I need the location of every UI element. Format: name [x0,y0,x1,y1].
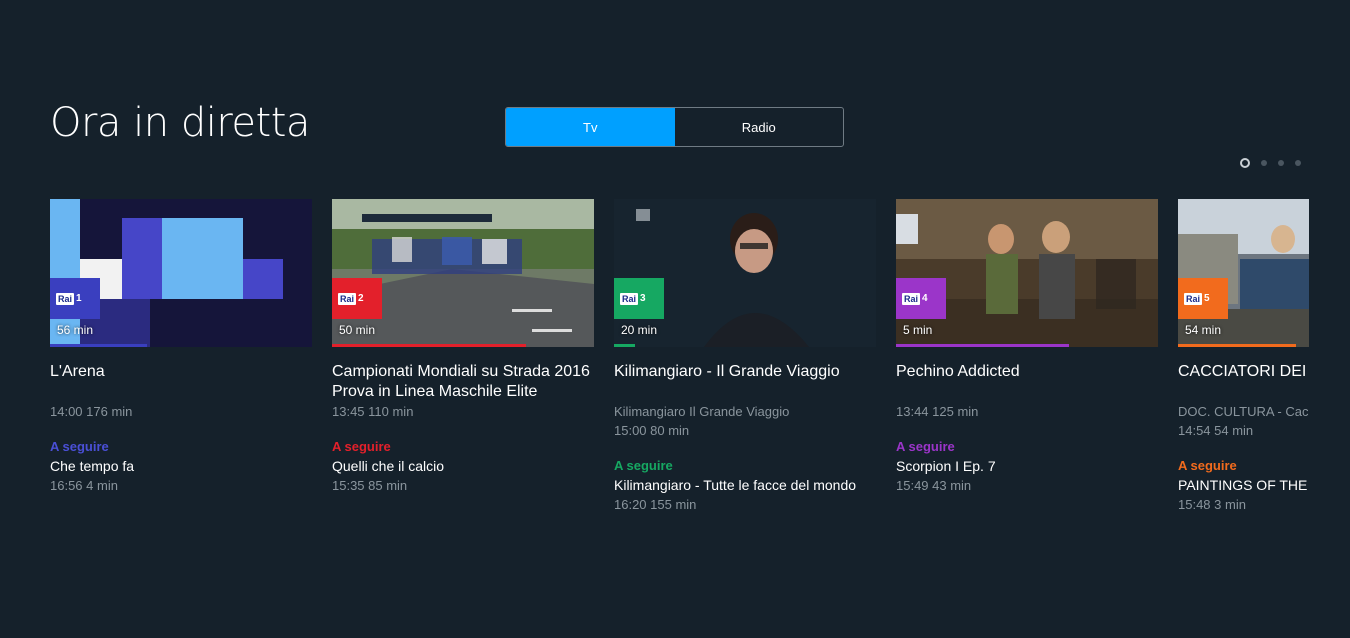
next-program-title[interactable]: Quelli che il calcio [332,456,594,476]
next-program-time: 15:35 85 min [332,478,408,493]
program-title[interactable]: Campionati Mondiali su Strada 2016 Prova… [332,362,594,402]
program-title[interactable]: CACCIATORI DEI M [1178,362,1309,382]
progress-bar [332,344,526,347]
channel-logo: Rai 5 [1178,278,1228,319]
program-title[interactable]: L'Arena [50,362,312,382]
channel-logo: Rai 2 [332,278,382,319]
remaining-duration: 54 min [1185,323,1222,337]
next-label: A seguire [50,439,109,454]
program-subtitle: Kilimangiaro Il Grande Viaggio [614,404,790,419]
tab-tv[interactable]: Tv [506,108,675,146]
remaining-duration: 50 min [339,323,376,337]
pagination-dot-1[interactable] [1240,158,1250,168]
channel-card-rai2[interactable]: Rai 2 50 min Campionati Mondiali su Stra… [332,199,594,495]
channel-logo: Rai 1 [50,278,100,319]
next-program-title[interactable]: PAINTINGS OF THE V [1178,475,1309,495]
next-program-time: 15:49 43 min [896,478,972,493]
channel-number: 5 [1204,293,1210,304]
rai-logo-text: Rai [620,292,639,305]
channel-thumbnail[interactable]: Rai 5 54 min [1178,199,1309,347]
next-label: A seguire [614,458,673,473]
program-time: 14:54 54 min [1178,423,1254,438]
progress-bar [50,344,147,347]
channel-card-rai5[interactable]: Rai 5 54 min CACCIATORI DEI M DOC. CULTU… [1178,199,1309,514]
rai-logo-text: Rai [1184,292,1203,305]
channel-logo: Rai 4 [896,278,946,319]
tv-radio-tabs: Tv Radio [505,107,844,147]
pagination-dot-2[interactable] [1261,160,1267,166]
next-label: A seguire [896,439,955,454]
progress-bar [896,344,1069,347]
channel-card-rai3[interactable]: Rai 3 20 min Kilimangiaro - Il Grande Vi… [614,199,876,514]
page-title: Ora in diretta [50,100,310,146]
progress-bar [614,344,635,347]
pagination-dot-4[interactable] [1295,160,1301,166]
channel-logo: Rai 3 [614,278,664,319]
tab-radio[interactable]: Radio [675,108,844,146]
channel-number: 2 [358,293,364,304]
channel-number: 4 [922,293,928,304]
next-program-title[interactable]: Scorpion I Ep. 7 [896,456,1158,476]
carousel-pagination [1240,158,1301,168]
remaining-duration: 56 min [57,323,94,337]
pagination-dot-3[interactable] [1278,160,1284,166]
channel-thumbnail[interactable]: Rai 2 50 min [332,199,594,347]
next-program-time: 16:56 4 min [50,478,118,493]
channel-number: 1 [76,293,82,304]
remaining-duration: 20 min [621,323,658,337]
channel-card-rai1[interactable]: Rai 1 56 min L'Arena 14:00 176 min A seg… [50,199,312,495]
channel-number: 3 [640,293,646,304]
next-program-time: 15:48 3 min [1178,497,1246,512]
program-time: 13:44 125 min [896,404,979,419]
channel-card-rai4[interactable]: Rai 4 5 min Pechino Addicted 13:44 125 m… [896,199,1158,495]
program-time: 15:00 80 min [614,423,690,438]
thumbnail-image [896,199,1158,347]
next-program-title[interactable]: Che tempo fa [50,456,312,476]
rai-logo-text: Rai [902,292,921,305]
remaining-duration: 5 min [903,323,933,337]
program-time: 14:00 176 min [50,404,133,419]
next-program-time: 16:20 155 min [614,497,697,512]
next-program-title[interactable]: Kilimangiaro - Tutte le facce del mondo [614,475,876,495]
channel-thumbnail[interactable]: Rai 4 5 min [896,199,1158,347]
channel-thumbnail[interactable]: Rai 1 56 min [50,199,312,347]
channel-carousel: Rai 1 56 min L'Arena 14:00 176 min A seg… [50,199,1309,539]
rai-logo-text: Rai [338,292,357,305]
program-subtitle: DOC. CULTURA - Cacc [1178,404,1309,419]
next-label: A seguire [1178,458,1237,473]
program-title[interactable]: Pechino Addicted [896,362,1158,382]
rai-logo-text: Rai [56,292,75,305]
program-title[interactable]: Kilimangiaro - Il Grande Viaggio [614,362,876,382]
next-label: A seguire [332,439,391,454]
progress-bar [1178,344,1296,347]
channel-thumbnail[interactable]: Rai 3 20 min [614,199,876,347]
program-time: 13:45 110 min [332,404,414,419]
